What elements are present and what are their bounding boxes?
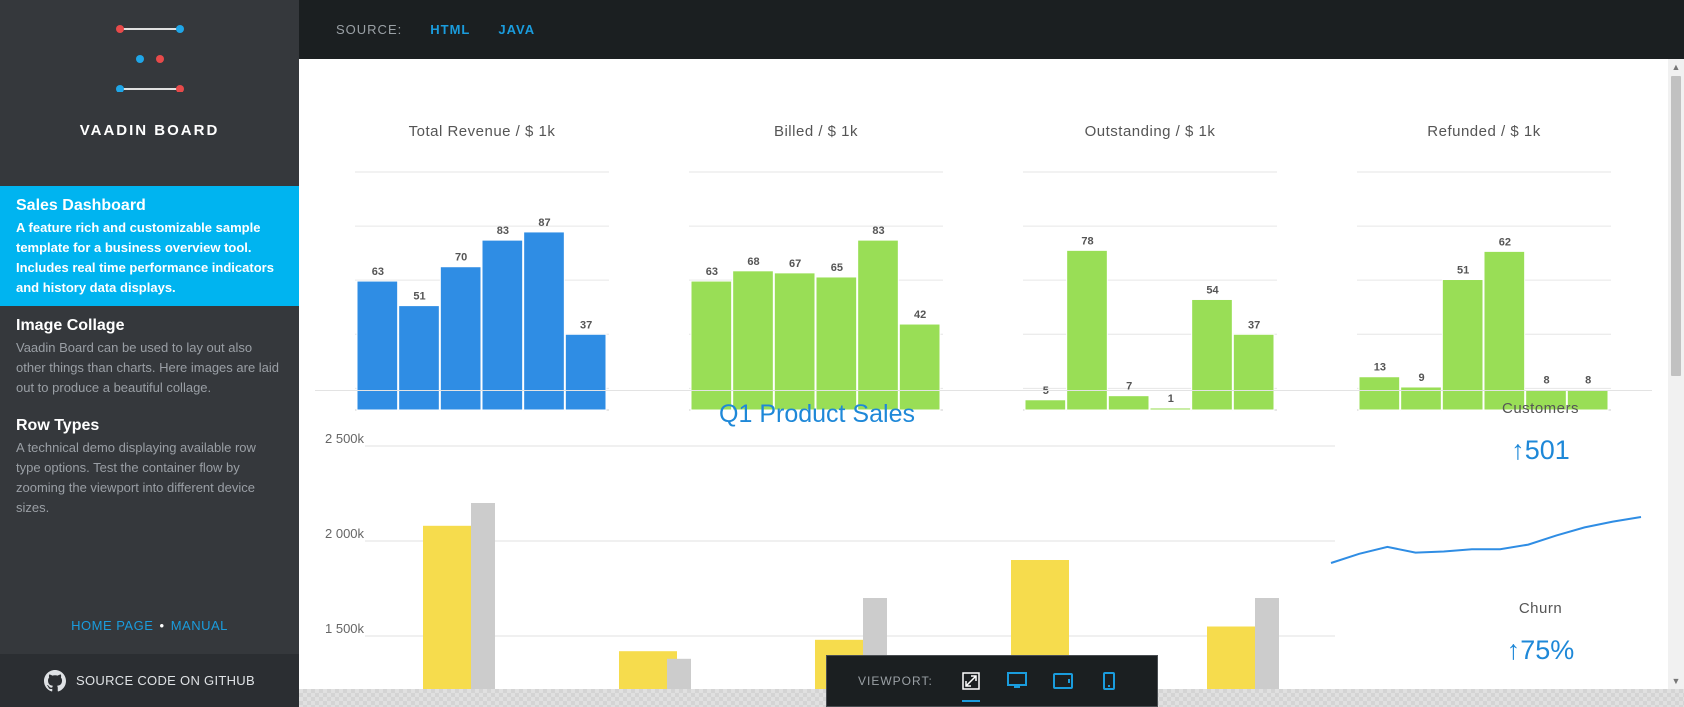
data-label: 9 (1418, 372, 1424, 384)
nav-item-image-collage[interactable]: Image Collage Vaadin Board can be used t… (0, 306, 299, 408)
chart-bar (481, 239, 524, 411)
chart-bar (1232, 333, 1275, 411)
data-label: 83 (872, 225, 884, 237)
y-tick-label: 2 000k (325, 526, 365, 541)
data-label: 13 (1374, 362, 1386, 374)
section-divider (315, 390, 1652, 391)
chart-title: Refunded / $ 1k (1427, 123, 1541, 140)
tablet-icon (1052, 673, 1073, 689)
phone-icon (1102, 672, 1115, 690)
scrollbar-thumb[interactable] (1671, 76, 1681, 376)
chart-plot: 63 51 70 83 87 37 (355, 171, 609, 411)
data-label: 37 (580, 319, 592, 331)
sparkline-path (1330, 516, 1642, 564)
churn-title: Churn (1518, 600, 1563, 617)
dashboard-content: Total Revenue / $ 1k 63 51 70 83 87 37 Billed… (299, 59, 1668, 689)
viewport-expand-button[interactable] (955, 666, 987, 702)
data-label: 87 (538, 217, 550, 229)
github-link[interactable]: SOURCE CODE ON GITHUB (0, 654, 299, 707)
mini-chart-billed: Billed / $ 1k 63 68 67 65 83 42 (689, 59, 943, 411)
scroll-up-icon[interactable]: ▲ (1668, 59, 1684, 75)
home-page-link[interactable]: HOME PAGE (71, 618, 153, 633)
chart-bar (857, 239, 899, 411)
chart-bar (564, 333, 607, 411)
footer-links: HOME PAGE • MANUAL (0, 618, 299, 633)
customers-value: ↑501 (1511, 435, 1570, 465)
q1-sales-chart: 2 500k 2 000k 1 500k (325, 431, 1335, 689)
data-label: 51 (1457, 265, 1469, 277)
data-label: 68 (747, 256, 759, 268)
chart-bar (471, 503, 495, 689)
nav-item-title: Sales Dashboard (16, 197, 146, 214)
customers-title: Customers (1501, 400, 1580, 417)
manual-link[interactable]: MANUAL (171, 618, 228, 633)
q1-sales-title: Q1 Product Sales (719, 400, 915, 428)
github-icon (44, 669, 67, 691)
expand-icon (962, 672, 980, 690)
viewport-phone-button[interactable] (1093, 666, 1125, 696)
source-label: SOURCE: (336, 22, 403, 37)
data-label: 37 (1248, 319, 1260, 331)
chart-bar (398, 305, 440, 411)
github-label: SOURCE CODE ON GITHUB (76, 673, 255, 688)
brand-title: VAADIN BOARD (79, 122, 220, 139)
data-label: 63 (372, 266, 384, 278)
y-tick-label: 2 500k (325, 431, 365, 446)
data-label: 70 (455, 252, 467, 264)
nav-item-desc: A technical demo displaying available ro… (16, 440, 256, 515)
data-label: 8 (1543, 375, 1549, 387)
chart-bar (1066, 249, 1108, 411)
nav-item-title: Row Types (16, 417, 100, 434)
sidebar: VAADIN BOARD Sales Dashboard A feature r… (0, 0, 299, 707)
chart-bar (439, 266, 482, 411)
mini-chart-outstanding: Outstanding / $ 1k 578715437 (1023, 59, 1277, 411)
chart-title: Billed / $ 1k (773, 123, 859, 140)
data-label: 65 (831, 262, 843, 274)
data-label: 54 (1206, 284, 1219, 296)
scrollbar[interactable]: ▲ ▼ (1668, 59, 1684, 689)
chart-bar (667, 658, 691, 689)
customers-sparkline (1330, 516, 1642, 564)
nav-item-title: Image Collage (16, 317, 125, 334)
y-tick-label: 1 500k (325, 621, 365, 636)
source-java-link[interactable]: JAVA (498, 22, 535, 37)
data-label: 42 (914, 309, 926, 321)
chart-plot: 578715437 (1023, 171, 1277, 411)
chart-title: Total Revenue / $ 1k (408, 123, 556, 140)
nav-item-sales-dashboard[interactable]: Sales Dashboard A feature rich and custo… (0, 186, 299, 306)
data-label: 83 (497, 225, 509, 237)
chart-bar (1191, 298, 1233, 411)
desktop-icon (1006, 672, 1027, 688)
churn-value: ↑75% (1506, 635, 1575, 665)
chart-title: Outstanding / $ 1k (1084, 123, 1216, 140)
data-label: 67 (789, 258, 801, 270)
mini-chart-refunded: Refunded / $ 1k 13 9 51 62 8 8 (1357, 59, 1611, 411)
link-separator: • (159, 618, 165, 633)
chart-plot: 13 9 51 62 8 8 (1357, 171, 1611, 411)
data-label: 51 (413, 291, 425, 303)
chart-bar (898, 323, 941, 411)
chart-bar (1483, 250, 1526, 411)
chart-bar (1255, 598, 1279, 689)
vaadin-board-logo (116, 25, 184, 92)
nav-item-desc: A feature rich and customizable sample t… (16, 220, 274, 295)
source-bar: SOURCE: HTML JAVA (299, 0, 1684, 59)
data-label: 62 (1499, 236, 1511, 248)
viewport-desktop-button[interactable] (1001, 666, 1033, 696)
data-label: 63 (706, 266, 718, 278)
nav-item-desc: Vaadin Board can be used to lay out also… (16, 340, 280, 395)
scroll-down-icon[interactable]: ▼ (1668, 673, 1684, 689)
source-html-link[interactable]: HTML (430, 22, 470, 37)
viewport-tablet-button[interactable] (1047, 666, 1079, 696)
data-label: 8 (1585, 375, 1591, 387)
chart-bar (523, 231, 565, 411)
nav-item-row-types[interactable]: Row Types A technical demo displaying av… (0, 406, 299, 528)
mini-chart-revenue: Total Revenue / $ 1k 63 51 70 83 87 37 (355, 59, 609, 411)
data-label: 78 (1081, 235, 1093, 247)
chart-plot: 63 68 67 65 83 42 (689, 171, 943, 411)
viewport-switcher: VIEWPORT: (826, 655, 1158, 707)
viewport-label: VIEWPORT: (858, 674, 933, 688)
